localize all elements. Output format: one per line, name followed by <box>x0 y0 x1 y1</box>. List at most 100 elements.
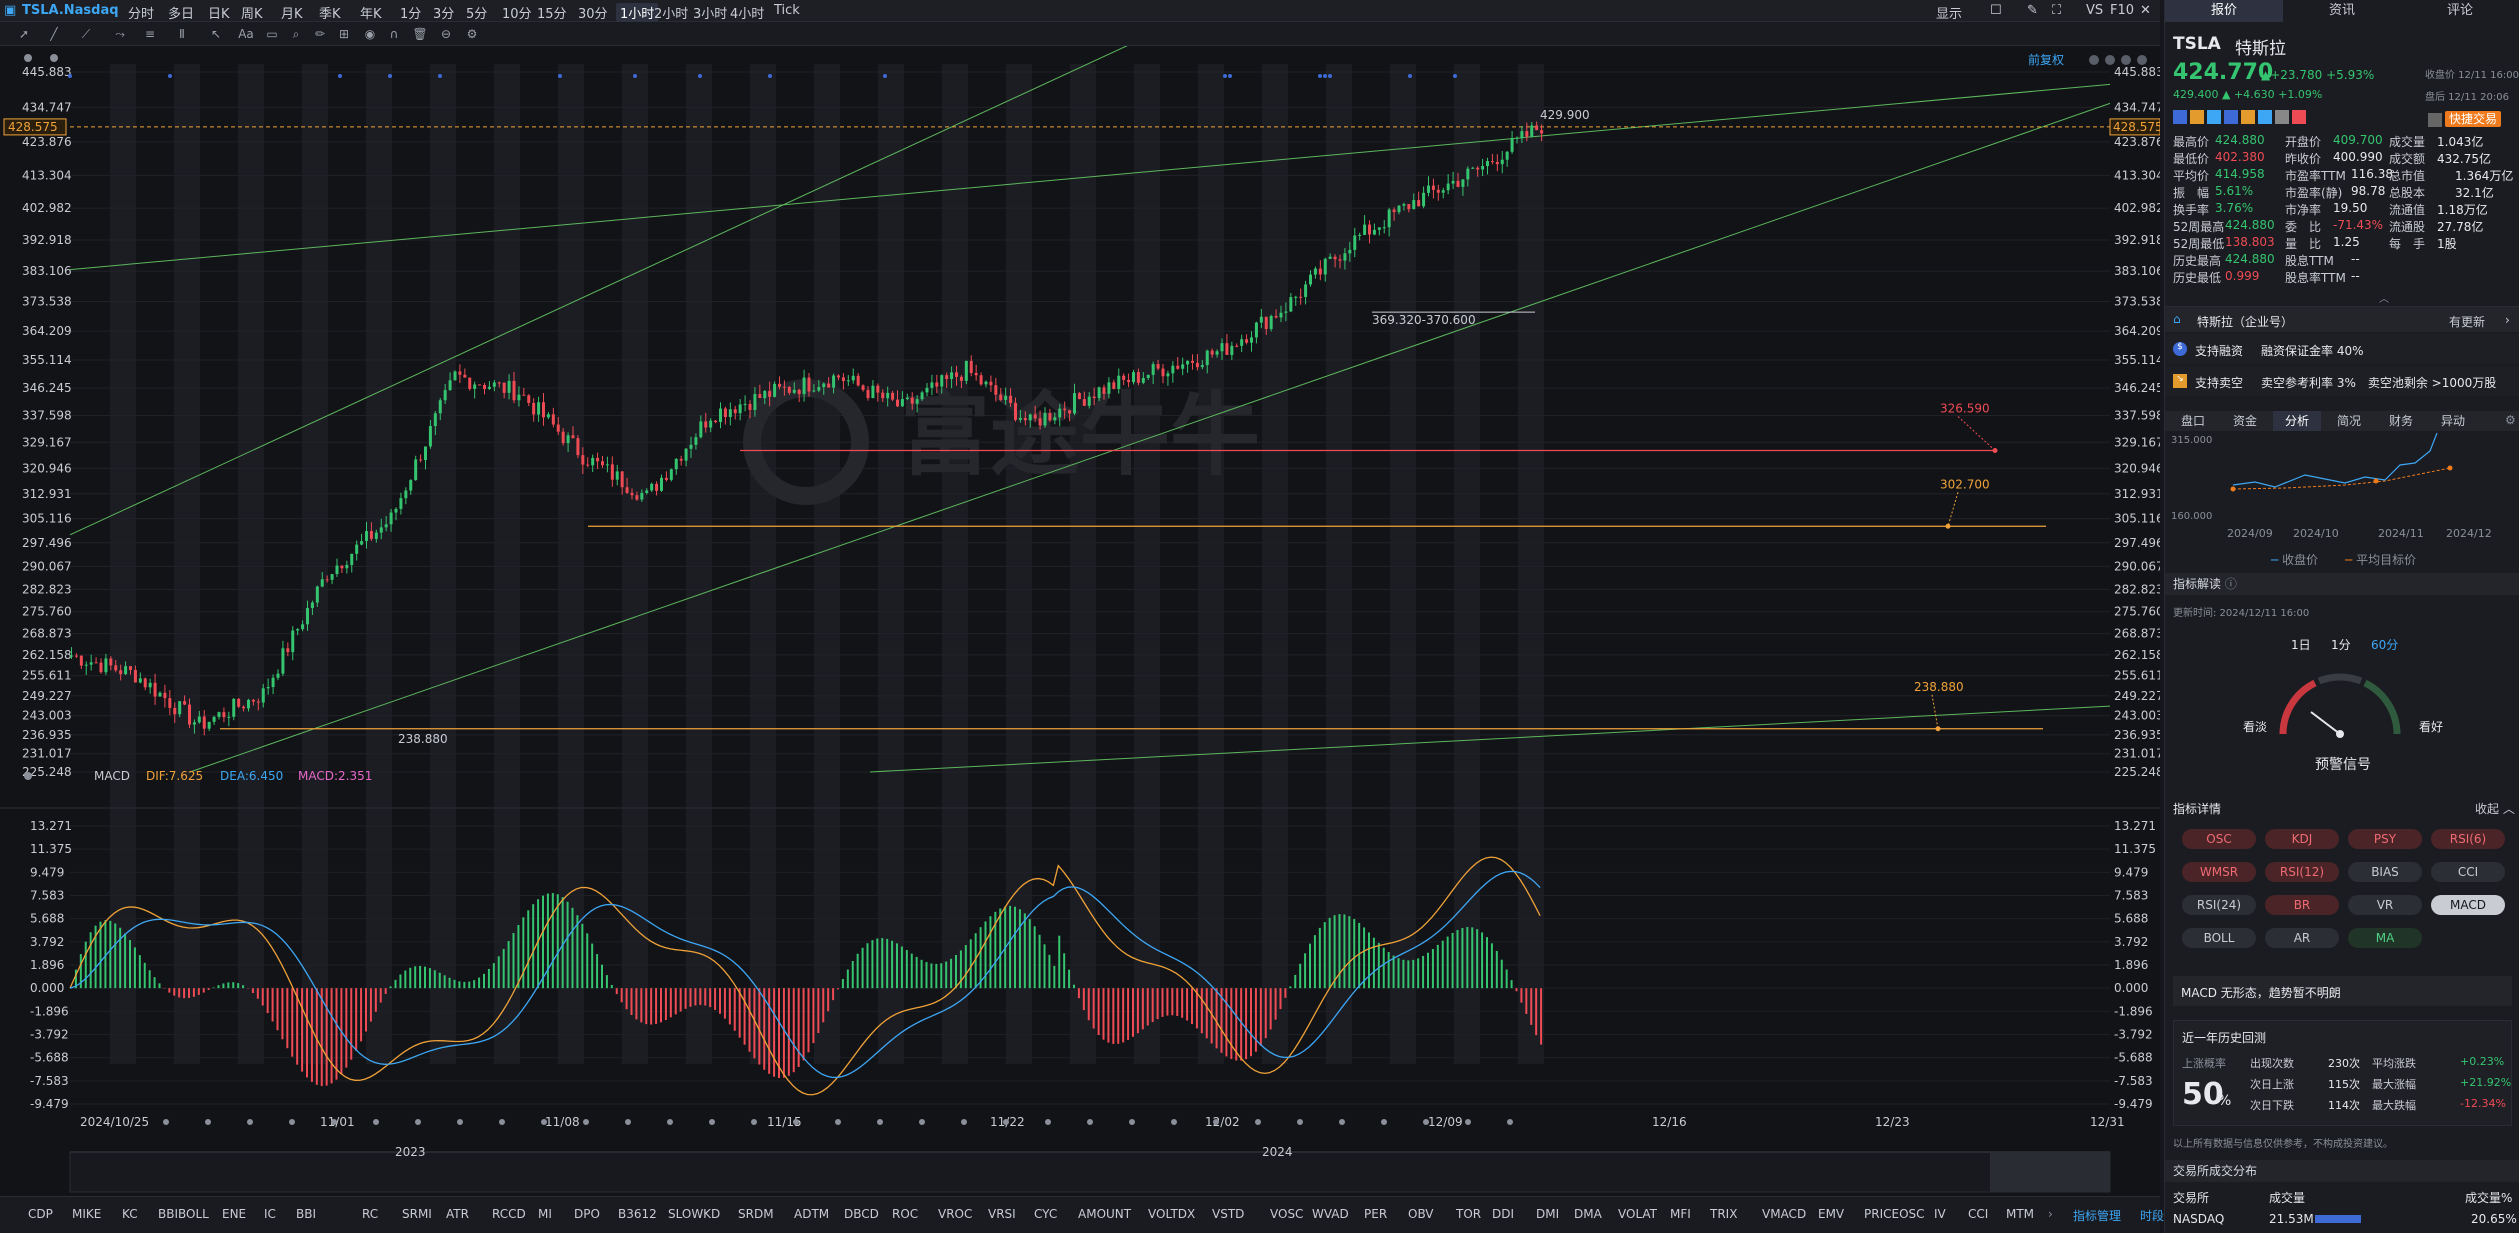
indicator-button-boll[interactable]: BOLL <box>2182 928 2256 948</box>
vs-button[interactable]: VS <box>2086 3 2103 18</box>
channel-tool-icon[interactable]: ≡ <box>142 26 158 42</box>
period-tab-16[interactable]: 4小时 <box>730 3 764 22</box>
period-tab-4[interactable]: 月K <box>281 3 303 22</box>
panel-toggle-icon[interactable]: ▣ <box>4 3 16 18</box>
period-tab-12[interactable]: 30分 <box>578 3 608 22</box>
indicator-button-ar[interactable]: AR <box>2265 928 2339 948</box>
fullscreen-icon[interactable]: ⛶ <box>2052 3 2061 18</box>
indicator-button-rsi(12)[interactable]: RSI(12) <box>2265 862 2339 882</box>
company-row[interactable]: ⌂ 特斯拉（企业号） 有更新 › <box>2165 306 2519 332</box>
comment-tool-icon[interactable]: ▭ <box>264 26 280 42</box>
indicator-roc[interactable]: ROC <box>892 1207 918 1221</box>
settings-icon[interactable]: ⚙ <box>2505 413 2516 427</box>
path-tool-icon[interactable]: ⤳ <box>112 26 128 42</box>
text-tool-icon[interactable]: Aa <box>238 26 254 42</box>
subtab-5[interactable]: 异动 <box>2429 411 2477 431</box>
period-tab-5[interactable]: 季K <box>319 3 341 22</box>
indicator-emv[interactable]: EMV <box>1818 1207 1844 1221</box>
period-tab-10[interactable]: 10分 <box>502 3 532 22</box>
indicator-ddi[interactable]: DDI <box>1492 1207 1514 1221</box>
symbol-label[interactable]: TSLA.Nasdaq <box>22 3 119 18</box>
indicator-cci[interactable]: CCI <box>1968 1207 1988 1221</box>
indicator-manage[interactable]: 指标管理 <box>2073 1207 2121 1224</box>
period-tab-1[interactable]: 多日 <box>168 3 194 22</box>
indicator-srmi[interactable]: SRMI <box>402 1207 432 1221</box>
eye-icon[interactable]: ◉ <box>362 26 378 42</box>
indicator-cdp[interactable]: CDP <box>28 1207 53 1221</box>
indicator-rc[interactable]: RC <box>362 1207 378 1221</box>
session-button[interactable]: 时段 <box>2140 1207 2164 1224</box>
indicator-mtm[interactable]: MTM <box>2006 1207 2034 1221</box>
indicator-button-kdj[interactable]: KDJ <box>2265 829 2339 849</box>
collapse-button[interactable]: 收起 ︿ <box>2475 800 2515 817</box>
indicator-bbiboll[interactable]: BBIBOLL <box>158 1207 209 1221</box>
period-tab-9[interactable]: 5分 <box>466 3 487 22</box>
indicator-adtm[interactable]: ADTM <box>794 1207 829 1221</box>
indicator-trix[interactable]: TRIX <box>1710 1207 1737 1221</box>
period-tab-15[interactable]: 3小时 <box>693 3 727 22</box>
period-tab-14[interactable]: 2小时 <box>654 3 688 22</box>
indicator-dmi[interactable]: DMI <box>1536 1207 1559 1221</box>
f10-button[interactable]: F10 <box>2110 3 2134 18</box>
trash-icon[interactable]: 🗑 <box>412 26 428 42</box>
indicator-button-br[interactable]: BR <box>2265 895 2339 915</box>
period-tab-6[interactable]: 年K <box>360 3 382 22</box>
lock-icon[interactable]: ⊖ <box>438 26 454 42</box>
indicator-dma[interactable]: DMA <box>1574 1207 1602 1221</box>
line-tool-icon[interactable]: ╱ <box>46 26 62 42</box>
chart-area[interactable]: 445.883 445.883 434.747 434.747 423.876 423.8… <box>0 0 2164 1196</box>
indicator-vmacd[interactable]: VMACD <box>1762 1207 1806 1221</box>
tab-comments[interactable]: 评论 <box>2401 0 2519 22</box>
indicator-button-rsi(24)[interactable]: RSI(24) <box>2182 895 2256 915</box>
indicator-atr[interactable]: ATR <box>446 1207 469 1221</box>
indicator-vstd[interactable]: VSTD <box>1212 1207 1244 1221</box>
indicator-mfi[interactable]: MFI <box>1670 1207 1691 1221</box>
period-tab-2[interactable]: 日K <box>208 3 230 22</box>
indicator-button-wmsr[interactable]: WMSR <box>2182 862 2256 882</box>
indicator-button-bias[interactable]: BIAS <box>2348 862 2422 882</box>
quick-trade[interactable]: 快捷交易 <box>2428 110 2502 127</box>
indicator-amount[interactable]: AMOUNT <box>1078 1207 1131 1221</box>
indicator-vrsi[interactable]: VRSI <box>988 1207 1016 1221</box>
indicator-slowkd[interactable]: SLOWKD <box>668 1207 720 1221</box>
display-menu[interactable]: 显示 <box>1936 3 1962 22</box>
period-tab-17[interactable]: Tick <box>774 3 800 18</box>
indicator-vosc[interactable]: VOSC <box>1270 1207 1303 1221</box>
indicator-button-psy[interactable]: PSY <box>2348 829 2422 849</box>
indicator-dbcd[interactable]: DBCD <box>844 1207 879 1221</box>
tab-news[interactable]: 资讯 <box>2283 0 2401 22</box>
period-tab-11[interactable]: 15分 <box>537 3 567 22</box>
indicator-per[interactable]: PER <box>1364 1207 1387 1221</box>
period-tab-8[interactable]: 3分 <box>433 3 454 22</box>
subtab-0[interactable]: 盘口 <box>2169 411 2217 431</box>
indicator-iv[interactable]: IV <box>1934 1207 1946 1221</box>
indicator-volat[interactable]: VOLAT <box>1618 1207 1657 1221</box>
chevron-up-icon[interactable]: ︿ <box>2379 290 2389 305</box>
indicator-rccd[interactable]: RCCD <box>492 1207 526 1221</box>
checkbox-icon[interactable]: ☐ <box>1990 3 2002 18</box>
period-tab-13[interactable]: 1小时 <box>616 3 659 22</box>
indicator-button-osc[interactable]: OSC <box>2182 829 2256 849</box>
ruler-icon[interactable]: ⊞ <box>336 26 352 42</box>
kline-chart[interactable]: 445.883 445.883 434.747 434.747 423.876 423.8… <box>0 0 2164 1196</box>
indicator-bbi[interactable]: BBI <box>296 1207 316 1221</box>
indicator-button-rsi(6)[interactable]: RSI(6) <box>2431 829 2505 849</box>
indicator-b3612[interactable]: B3612 <box>618 1207 657 1221</box>
period-tab-7[interactable]: 1分 <box>400 3 421 22</box>
arrow-tool-icon[interactable]: ↖ <box>208 26 224 42</box>
pen-icon[interactable]: ✎ <box>2027 3 2038 18</box>
subtab-1[interactable]: 资金 <box>2221 411 2269 431</box>
ray-tool-icon[interactable]: ⟋ <box>78 26 94 42</box>
subtab-3[interactable]: 简况 <box>2325 411 2373 431</box>
indicator-srdm[interactable]: SRDM <box>738 1207 774 1221</box>
indicator-kc[interactable]: KC <box>122 1207 138 1221</box>
indicator-mike[interactable]: MIKE <box>72 1207 101 1221</box>
period-1m[interactable]: 1分 <box>2331 636 2351 653</box>
indicator-obv[interactable]: OBV <box>1408 1207 1434 1221</box>
magnet-icon[interactable]: ∩ <box>386 26 402 42</box>
period-tab-0[interactable]: 分时 <box>128 3 154 22</box>
subtab-4[interactable]: 财务 <box>2377 411 2425 431</box>
indicator-button-vr[interactable]: VR <box>2348 895 2422 915</box>
subtab-2[interactable]: 分析 <box>2273 411 2321 431</box>
close-icon[interactable]: ✕ <box>2140 3 2151 18</box>
